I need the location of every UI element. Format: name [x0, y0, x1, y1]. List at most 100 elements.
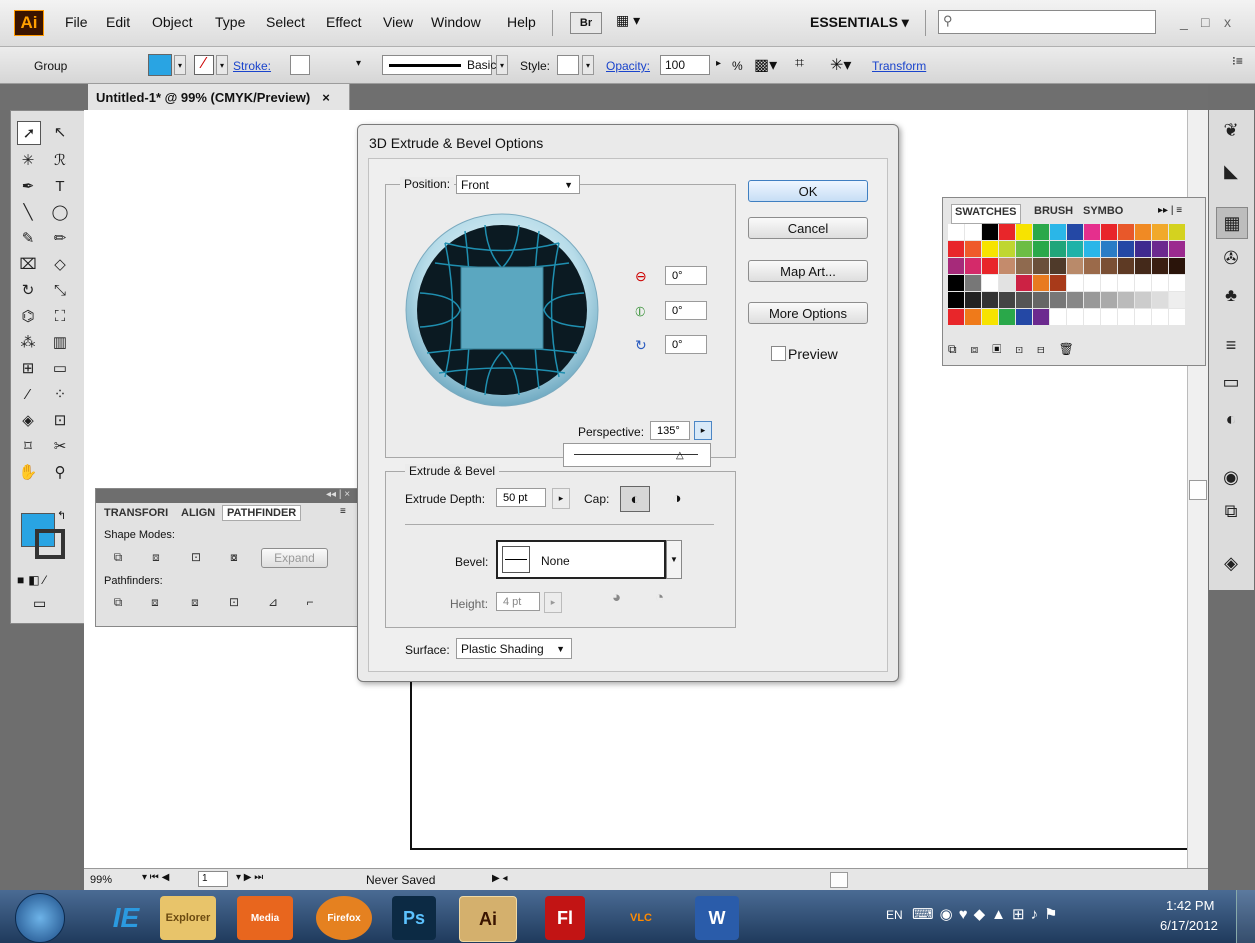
language-indicator[interactable]: EN [886, 908, 903, 922]
maximize-button[interactable]: □ [1201, 14, 1209, 30]
collapse-panel-icon[interactable]: ◂◂ | × [326, 489, 350, 500]
swatch[interactable] [1084, 258, 1100, 274]
artboard-tool-icon[interactable]: ⌑ [17, 435, 39, 457]
swatch[interactable] [999, 309, 1015, 325]
blend-tool-icon[interactable]: ⁘ [49, 383, 71, 405]
menu-view[interactable]: View [383, 14, 413, 30]
swatch[interactable] [982, 258, 998, 274]
stroke-color-box[interactable] [35, 529, 65, 559]
swatch[interactable] [1135, 258, 1151, 274]
swatch[interactable] [982, 275, 998, 291]
opacity-input[interactable]: 100 [660, 55, 710, 75]
vlc-taskbar-icon[interactable]: VLC [613, 896, 669, 940]
photoshop-taskbar-icon[interactable]: Ps [392, 896, 436, 940]
swatch[interactable] [1033, 224, 1049, 240]
fill-swatch[interactable] [148, 54, 172, 76]
swatch[interactable] [1084, 275, 1100, 291]
bevel-dropdown[interactable]: None [496, 540, 666, 579]
pathfinder-tab[interactable]: PATHFINDER [222, 505, 302, 521]
swatch[interactable] [982, 309, 998, 325]
swatch-panel-actions[interactable]: ⧉⧈▣⊡⊟🗑 [948, 342, 1188, 357]
stroke-weight-dropdown[interactable]: ▾ [356, 58, 361, 69]
extrude-depth-input[interactable] [496, 488, 546, 507]
swatch[interactable] [948, 241, 964, 257]
bevel-dropdown-arrow[interactable]: ▼ [666, 540, 682, 579]
swatch[interactable] [982, 292, 998, 308]
eraser-tool-icon[interactable]: ◇ [49, 253, 71, 275]
swatch[interactable] [1050, 224, 1066, 240]
page-nav-icons[interactable]: ▾ ▶ ⏭ [236, 872, 263, 883]
slice-tool-icon[interactable]: ✂ [49, 435, 71, 457]
workspace-switcher[interactable]: ESSENTIALS ▾ [810, 14, 909, 31]
symbols-icon[interactable]: ♣ [1216, 280, 1246, 310]
swatch[interactable] [1135, 224, 1151, 240]
swatch[interactable] [1084, 241, 1100, 257]
gradient-panel-icon[interactable]: ▭ [1216, 367, 1246, 397]
width-tool-icon[interactable]: ⌬ [17, 305, 39, 327]
swatch[interactable] [1067, 292, 1083, 308]
swatch[interactable] [1067, 275, 1083, 291]
swatch[interactable] [1118, 241, 1134, 257]
swatch[interactable] [1169, 309, 1185, 325]
swatch[interactable] [999, 224, 1015, 240]
swatch[interactable] [1084, 292, 1100, 308]
swatch[interactable] [1118, 292, 1134, 308]
transparency-icon[interactable]: ◐ [1216, 404, 1246, 434]
rotate-z-input[interactable] [665, 335, 707, 354]
swatch[interactable] [1101, 275, 1117, 291]
swatch[interactable] [1152, 309, 1168, 325]
perspective-input[interactable] [650, 421, 690, 440]
swatch[interactable] [1033, 292, 1049, 308]
swatch[interactable] [1169, 241, 1185, 257]
swatch[interactable] [948, 224, 964, 240]
screen-mode-icon[interactable]: ▭ [33, 595, 46, 612]
start-button[interactable] [15, 893, 65, 943]
swatch[interactable] [999, 292, 1015, 308]
swatch[interactable] [1135, 309, 1151, 325]
rotate-x-input[interactable] [665, 266, 707, 285]
recolor-icon[interactable]: ▩▾ [754, 55, 777, 75]
height-slider-toggle[interactable]: ▸ [544, 592, 562, 613]
symbol-sprayer-tool-icon[interactable]: ⁂ [17, 331, 39, 353]
stroke-swatch[interactable]: ⁄ [194, 55, 214, 75]
swatch[interactable] [1152, 275, 1168, 291]
swatch[interactable] [1016, 275, 1032, 291]
swatch[interactable] [1050, 275, 1066, 291]
height-input[interactable] [496, 592, 540, 611]
exclude-icon[interactable]: ⧇ [226, 549, 242, 565]
swatch[interactable] [982, 241, 998, 257]
swatch[interactable] [948, 275, 964, 291]
menu-file[interactable]: File [65, 14, 88, 30]
ellipse-tool-icon[interactable]: ◯ [49, 201, 71, 223]
swatch[interactable] [948, 258, 964, 274]
outline-icon[interactable]: ⊿ [265, 594, 281, 610]
pathfinder-menu-icon[interactable]: ≡ [340, 506, 346, 517]
swatch[interactable] [1152, 258, 1168, 274]
swatch[interactable] [1101, 258, 1117, 274]
swatch[interactable] [1169, 275, 1185, 291]
paintbrush-tool-icon[interactable]: ✎ [17, 227, 39, 249]
eyedropper-tool-icon[interactable]: ⁄ [17, 383, 39, 405]
swatch[interactable] [948, 292, 964, 308]
swatch[interactable] [965, 309, 981, 325]
swatches-panel-icon[interactable]: ▦ [1216, 207, 1248, 239]
pencil-tool-icon[interactable]: ✏ [49, 227, 71, 249]
type-tool-icon[interactable]: T [49, 175, 71, 197]
stroke-weight-stepper[interactable] [290, 55, 310, 75]
swatch[interactable] [1152, 241, 1168, 257]
flash-taskbar-icon[interactable]: Fl [545, 896, 585, 940]
trim-icon[interactable]: ⧈ [147, 594, 163, 610]
column-graph-tool-icon[interactable]: ▥ [49, 331, 71, 353]
crop-icon[interactable]: ⊡ [226, 594, 242, 610]
color-guide-icon[interactable]: ❦ [1216, 115, 1246, 145]
divide-icon[interactable]: ⧉ [110, 594, 126, 610]
swatch[interactable] [965, 258, 981, 274]
swatch[interactable] [1084, 309, 1100, 325]
ie-taskbar-icon[interactable]: IE [98, 896, 154, 940]
style-dropdown[interactable]: ▾ [582, 55, 594, 75]
swatch[interactable] [1101, 241, 1117, 257]
scale-tool-icon[interactable]: ⤡ [49, 279, 71, 301]
control-menu-icon[interactable]: ⁝≡ [1232, 54, 1243, 68]
search-input[interactable]: ⚲ [938, 10, 1156, 34]
pathfinder-panel-header[interactable] [96, 489, 357, 503]
